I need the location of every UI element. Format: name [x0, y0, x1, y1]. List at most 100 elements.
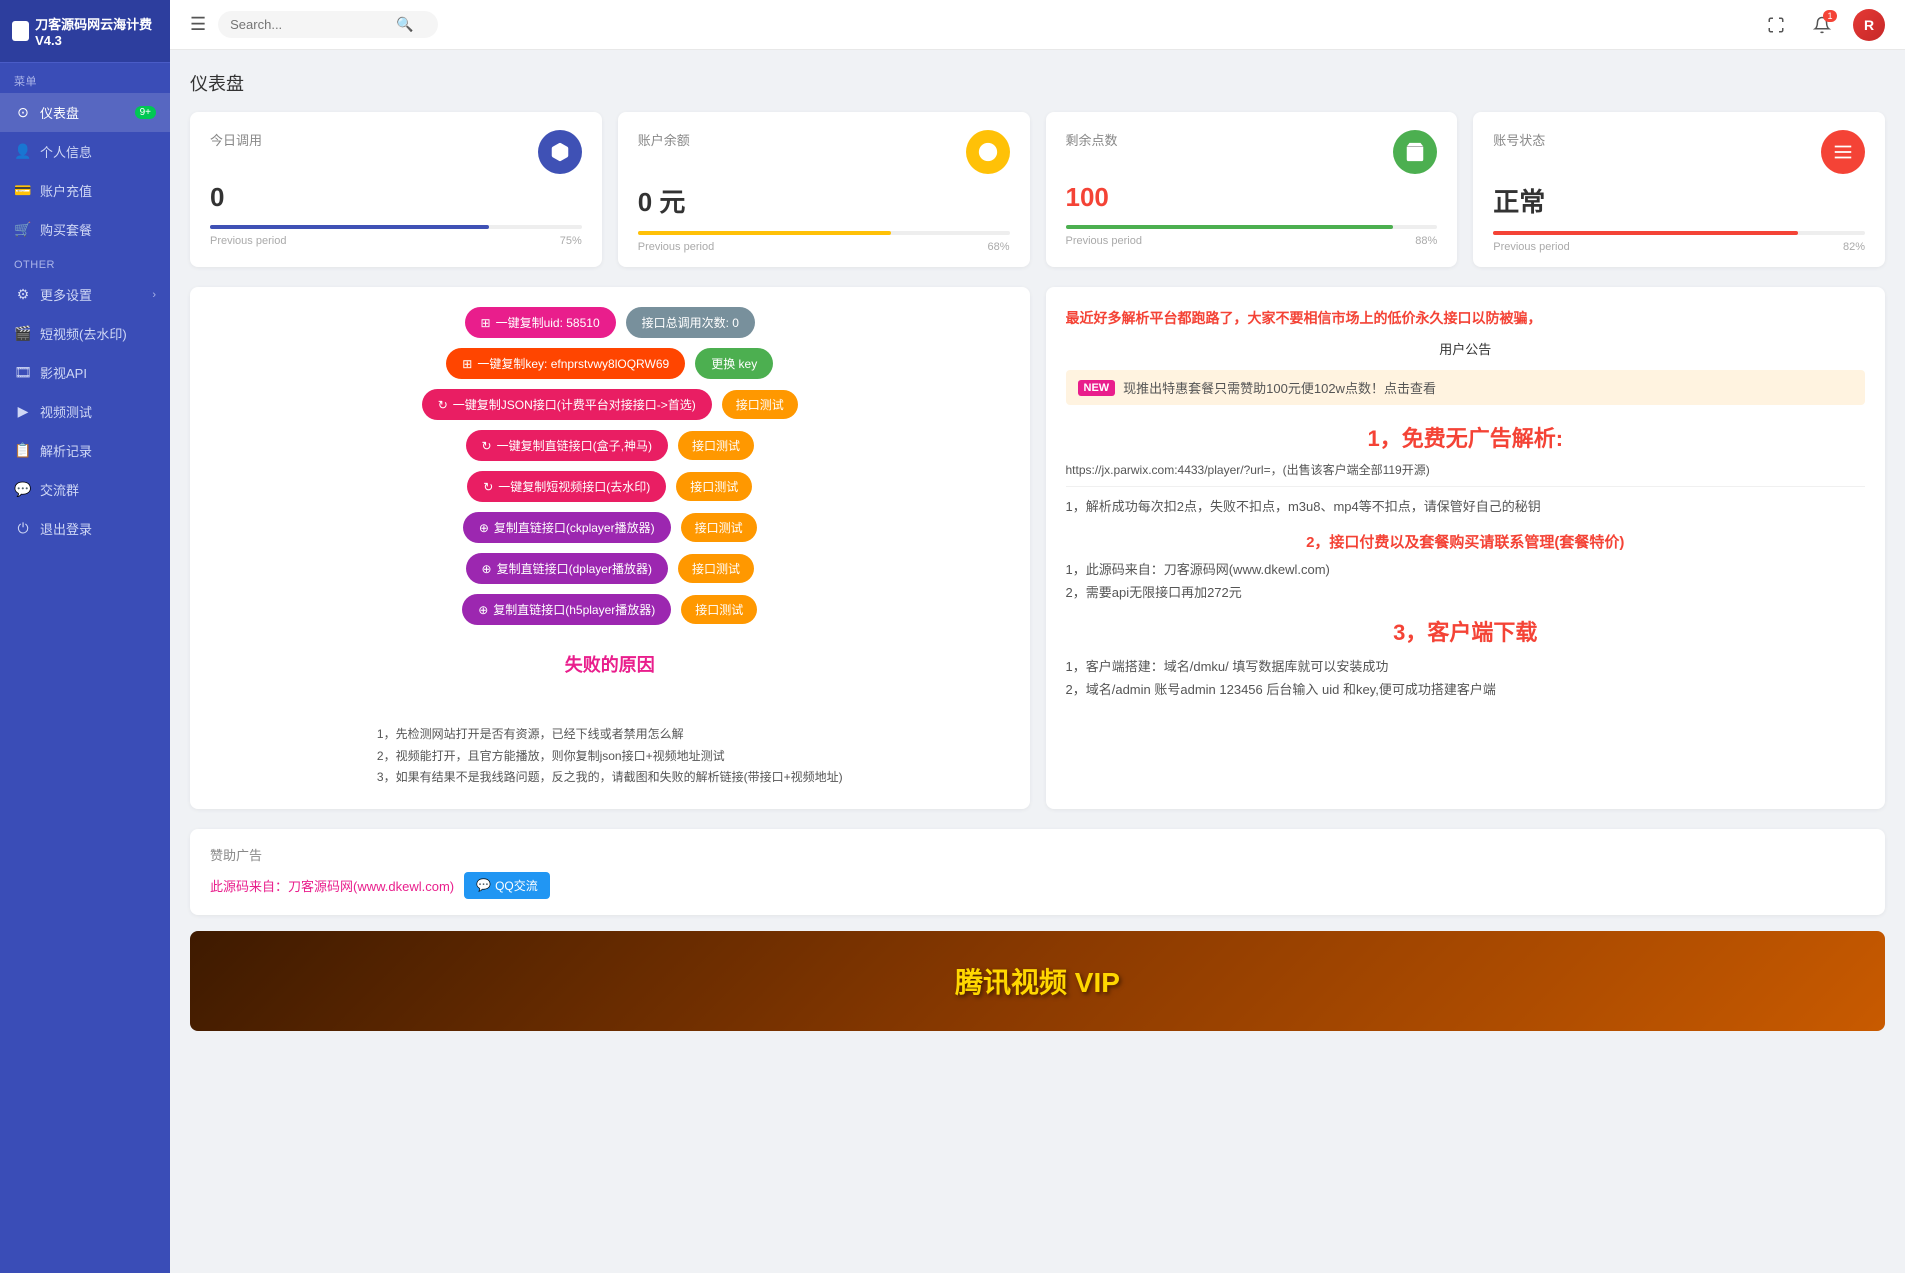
prev-period-label: Previous period — [1066, 235, 1142, 247]
announcement-panel: 最近好多解析平台都跑路了，大家不要相信市场上的低价永久接口以防被骗， 用户公告 … — [1046, 287, 1886, 809]
copy-direct-link-button[interactable]: ↻ 一键复制直链接口(盒子,神马) — [466, 430, 668, 461]
page-title: 仪表盘 — [190, 70, 1885, 96]
app-title: 刀客源码网云海计费V4.3 — [35, 14, 158, 48]
sidebar-item-label: 个人信息 — [40, 142, 92, 161]
dashboard-icon: ⊙ — [14, 104, 32, 122]
tool-row-watermark: ↻ 一键复制短视频接口(去水印) 接口测试 — [467, 471, 752, 502]
tools-panel: ⊞ 一键复制uid: 58510 接口总调用次数: 0 ⊞ 一键复制key: e… — [190, 287, 1030, 809]
copy-watermark-button[interactable]: ↻ 一键复制短视频接口(去水印) — [467, 471, 666, 502]
search-box: 🔍 — [218, 11, 438, 38]
tool-row-h5player: ⊕ 复制直链接口(h5player播放器) 接口测试 — [462, 594, 757, 625]
card-footer: Previous period 68% — [638, 241, 1010, 253]
tool-buttons: ⊞ 一键复制uid: 58510 接口总调用次数: 0 ⊞ 一键复制key: e… — [210, 307, 1010, 789]
avatar[interactable]: R — [1853, 9, 1885, 41]
card-value: 正常 — [1493, 182, 1865, 219]
hamburger-icon[interactable]: ☰ — [190, 14, 206, 35]
test-h5player-button[interactable]: 接口测试 — [681, 595, 757, 624]
direct-link-test: 接口测试 — [692, 439, 740, 453]
sidebar-item-short-video[interactable]: 🎬 短视频(去水印) — [0, 314, 170, 353]
test-api-label: 接口测试 — [736, 398, 784, 412]
sidebar-item-label: 短视频(去水印) — [40, 324, 127, 343]
sponsor-link[interactable]: 此源码来自：刀客源码网(www.dkewl.com) — [210, 876, 454, 895]
tool-row-uid: ⊞ 一键复制uid: 58510 接口总调用次数: 0 — [465, 307, 755, 338]
sidebar-item-label: 退出登录 — [40, 519, 92, 538]
qq-group-button[interactable]: 💬 QQ交流 — [464, 872, 550, 899]
json-api-label: 一键复制JSON接口(计费平台对接接口->首选) — [453, 396, 696, 413]
sidebar-item-label: 影视API — [40, 363, 87, 382]
sidebar-item-dashboard[interactable]: ⊙ 仪表盘 9+ — [0, 93, 170, 132]
promo-text: 现推出特惠套餐只需赞助100元便102w点数！点击查看 — [1123, 378, 1436, 397]
short-video-icon: 🎬 — [14, 325, 32, 343]
main-content: ☰ 🔍 1 R 仪表盘 — [170, 0, 1905, 1273]
prev-pct: 88% — [1415, 235, 1437, 247]
card-footer: Previous period 75% — [210, 235, 582, 247]
settings-icon: ⚙ — [14, 286, 32, 304]
tool-row-json-api: ↻ 一键复制JSON接口(计费平台对接接口->首选) 接口测试 — [422, 389, 798, 420]
card-icon — [1393, 130, 1437, 174]
search-input[interactable] — [230, 17, 390, 32]
sidebar-item-parse-log[interactable]: 📋 解析记录 — [0, 431, 170, 470]
chevron-right-icon: › — [152, 289, 156, 301]
card-icon — [538, 130, 582, 174]
profile-icon: 👤 — [14, 143, 32, 161]
copy-uid-button[interactable]: ⊞ 一键复制uid: 58510 — [465, 307, 616, 338]
stat-card-status: 账号状态 正常 Previous period 82% — [1473, 112, 1885, 267]
copy-key-button[interactable]: ⊞ 一键复制key: efnprstvwy8lOQRW69 — [446, 348, 685, 379]
prev-pct: 75% — [560, 235, 582, 247]
sidebar-item-label: 账户充值 — [40, 181, 92, 200]
parse-log-icon: 📋 — [14, 442, 32, 460]
card-footer: Previous period 88% — [1066, 235, 1438, 247]
card-value: 0 — [210, 182, 582, 213]
watermark-test: 接口测试 — [690, 480, 738, 494]
progress-bar-bg — [1066, 225, 1438, 229]
progress-bar-fill — [210, 225, 489, 229]
copy-ckplayer-button[interactable]: ⊕ 复制直链接口(ckplayer播放器) — [463, 512, 671, 543]
replace-key-button[interactable]: 更换 key — [695, 348, 773, 379]
sidebar-item-video-test[interactable]: ▶ 视频测试 — [0, 392, 170, 431]
ckplayer-label: 复制直链接口(ckplayer播放器) — [494, 519, 655, 536]
sidebar-item-qq-group[interactable]: 💬 交流群 — [0, 470, 170, 509]
test-json-api-button[interactable]: 接口测试 — [722, 390, 798, 419]
progress-bar-fill — [638, 231, 891, 235]
vip-logo: 腾讯视频 VIP — [955, 961, 1120, 1001]
ckplayer-icon: ⊕ — [479, 521, 489, 535]
point1: 1，解析成功每次扣2点，失败不扣点，m3u8、mp4等不扣点，请保管好自己的秘钥 — [1066, 495, 1866, 518]
card-footer: Previous period 82% — [1493, 241, 1865, 253]
failure-item-3: 3，如果有结果不是我线路问题，反之我的，请截图和失败的解析链接(带接口+视频地址… — [377, 767, 843, 789]
card-label: 今日调用 — [210, 130, 262, 149]
card-value: 100 — [1066, 182, 1438, 213]
sidebar-item-profile[interactable]: 👤 个人信息 — [0, 132, 170, 171]
copy-h5player-button[interactable]: ⊕ 复制直链接口(h5player播放器) — [462, 594, 671, 625]
topbar: ☰ 🔍 1 R — [170, 0, 1905, 50]
qq-icon: 💬 — [476, 878, 491, 892]
point3-2: 2，域名/admin 账号admin 123456 后台输入 uid 和key,… — [1066, 678, 1866, 701]
test-ckplayer-button[interactable]: 接口测试 — [681, 513, 757, 542]
qq-group-icon: 💬 — [14, 481, 32, 499]
test-dplayer-button[interactable]: 接口测试 — [678, 554, 754, 583]
user-notice: 用户公告 — [1066, 339, 1866, 358]
point2-1: 1，此源码来自：刀客源码网(www.dkewl.com) — [1066, 558, 1866, 581]
failure-list: 1，先检测网站打开是否有资源，已经下线或者禁用怎么解 2，视频能打开，且官方能播… — [377, 724, 843, 789]
notification-icon[interactable]: 1 — [1807, 10, 1837, 40]
sidebar-item-logout[interactable]: ⏻ 退出登录 — [0, 509, 170, 548]
notification-badge: 1 — [1823, 10, 1837, 22]
new-badge-row: NEW 现推出特惠套餐只需赞助100元便102w点数！点击查看 — [1066, 370, 1866, 405]
sidebar-item-movie-api[interactable]: 🎞 影视API — [0, 353, 170, 392]
sidebar-item-more-settings[interactable]: ⚙ 更多设置 › — [0, 275, 170, 314]
api-times-button[interactable]: 接口总调用次数: 0 — [626, 307, 755, 338]
new-badge: NEW — [1078, 380, 1116, 396]
copy-dplayer-button[interactable]: ⊕ 复制直链接口(dplayer播放器) — [466, 553, 668, 584]
recharge-icon: 💳 — [14, 182, 32, 200]
stat-card-points: 剩余点数 100 Previous period 88% — [1046, 112, 1458, 267]
test-watermark-button[interactable]: 接口测试 — [676, 472, 752, 501]
sidebar-item-recharge[interactable]: 💳 账户充值 — [0, 171, 170, 210]
sidebar-item-buy-package[interactable]: 🛒 购买套餐 — [0, 210, 170, 249]
card-label: 账户余额 — [638, 130, 690, 149]
progress-bar-fill — [1066, 225, 1393, 229]
announcement-marquee: 最近好多解析平台都跑路了，大家不要相信市场上的低价永久接口以防被骗， — [1066, 307, 1866, 329]
copy-json-api-button[interactable]: ↻ 一键复制JSON接口(计费平台对接接口->首选) — [422, 389, 712, 420]
prev-period-label: Previous period — [1493, 241, 1569, 253]
test-direct-link-button[interactable]: 接口测试 — [678, 431, 754, 460]
expand-icon[interactable] — [1761, 10, 1791, 40]
sidebar-item-label: 购买套餐 — [40, 220, 92, 239]
